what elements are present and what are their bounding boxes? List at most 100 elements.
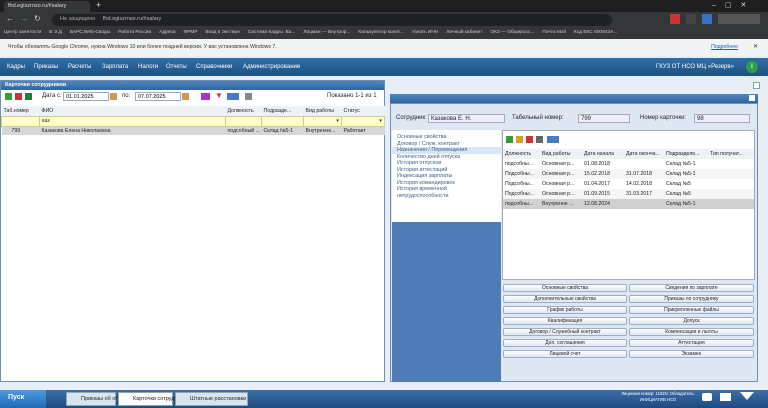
attached-files-button[interactable]: Прикрепленные файлы (629, 306, 754, 314)
table-row[interactable]: Подсобны... Основная р... 15.02.2018 31.07.… (503, 169, 754, 179)
menu-item-zarplata[interactable]: Зарплата (102, 64, 128, 70)
edit-icon[interactable] (516, 136, 523, 143)
salary-info-button[interactable]: Сведения по зарплате (629, 284, 754, 292)
exam-button[interactable]: Экзамен (629, 350, 754, 358)
menu-item-administrirovanie[interactable]: Администрирование (243, 64, 300, 70)
schedule-button[interactable]: График работы (503, 306, 627, 314)
menu-item-spravochniki[interactable]: Справочники (196, 64, 232, 70)
col-end[interactable]: Дата оконча... (624, 149, 664, 159)
bookmark-item[interactable]: Система Кадры. Ва... (248, 30, 296, 35)
browser-tab[interactable]: fhd.egiszrnso.ru/#salary (4, 1, 90, 12)
delete-icon[interactable] (526, 136, 533, 143)
col-start[interactable]: Дата начала (582, 149, 624, 159)
additional-props-button[interactable]: Дополнительные свойства (503, 295, 627, 303)
col-payee-type[interactable]: Тип получат... (708, 149, 754, 159)
col-dept[interactable]: Подразде... (262, 106, 304, 116)
bookmark-item[interactable]: Работа России (118, 30, 151, 35)
personal-account-button[interactable]: Лицевой счет (503, 350, 627, 358)
view-icon[interactable] (536, 136, 543, 143)
window-controls[interactable]: –▢✕ (712, 1, 764, 11)
export-icon[interactable] (227, 93, 239, 100)
menu-item-kadry[interactable]: Кадры (7, 64, 25, 70)
date-to-input[interactable] (135, 92, 181, 101)
collapse-icon[interactable] (749, 95, 755, 101)
filter-tab-cell[interactable] (1, 115, 40, 127)
forward-icon[interactable]: → (20, 14, 28, 23)
filter-fio-cell[interactable]: каз (39, 115, 226, 127)
taskbar-tab-vacation-orders[interactable]: Приказы об отпуске (66, 392, 132, 406)
compensations-button[interactable]: Компенсации и льготы (629, 328, 754, 336)
menu-item-prikazy[interactable]: Приказы (34, 64, 58, 70)
extensions-icon[interactable] (670, 14, 760, 24)
admission-button[interactable]: Допуск (629, 317, 754, 325)
filter-work-cell[interactable]: ▾ (303, 115, 342, 127)
table-row[interactable]: Подсобны... Основная р... 01.09.2015 31.03.… (503, 189, 754, 199)
employee-value: Казакова Е. Н. (428, 114, 505, 123)
panel-close-icon[interactable] (753, 82, 760, 89)
employee-orders-button[interactable]: Приказы по сотруднику (629, 295, 754, 303)
calendar-icon[interactable] (182, 93, 189, 100)
qualification-button[interactable]: Квалификация (503, 317, 627, 325)
bookmark-item[interactable]: В Э.Д (49, 30, 62, 35)
contract-button[interactable]: Договор / Служебный контракт (503, 328, 627, 336)
calendar-icon[interactable] (110, 93, 117, 100)
bookmark-item[interactable]: ОКЗ — Общеросс... (490, 30, 534, 35)
mail-icon[interactable] (720, 393, 731, 401)
bookmark-item[interactable]: Почта Mail (542, 30, 565, 35)
delete-icon[interactable] (15, 93, 22, 100)
new-tab-button[interactable]: + (96, 1, 107, 11)
col-work[interactable]: Вид работы (304, 106, 342, 116)
chevron-down-icon[interactable] (740, 392, 754, 400)
col-position[interactable]: Должность (226, 106, 262, 116)
reload-icon[interactable]: ↻ (34, 14, 41, 23)
camera-icon[interactable] (702, 393, 712, 401)
nav-sick-leave-history[interactable]: История временной нетрудоспособности (392, 186, 474, 199)
bookmark-item[interactable]: Вход в Экстерн (206, 30, 240, 35)
date-from-input[interactable] (63, 92, 109, 101)
taskbar-tab-staffing[interactable]: Штатные расстановки (175, 392, 248, 406)
col-fio[interactable]: ФИО (40, 106, 226, 116)
address-bar[interactable]: Не защищено fhd.egiszrnso.ru/#salary (52, 14, 612, 26)
col-position[interactable]: Должность (503, 149, 540, 159)
add-icon[interactable] (5, 93, 12, 100)
bookmark-item[interactable]: Лоцман — Внутрор... (303, 30, 350, 35)
start-button[interactable]: Пуск (0, 390, 46, 408)
attestation-button[interactable]: Аттестация (629, 339, 754, 347)
infobar-details-link[interactable]: Подробнее (711, 44, 738, 50)
col-work[interactable]: Вид работы (540, 149, 582, 159)
back-icon[interactable]: ← (6, 14, 14, 23)
filter-dept-cell[interactable] (261, 115, 304, 127)
close-icon[interactable]: ✕ (753, 43, 758, 50)
print-icon[interactable] (201, 93, 210, 100)
col-status[interactable]: Статус (342, 106, 385, 116)
bookmark-item[interactable]: Калькулятор колит... (358, 30, 403, 35)
filter-position-cell[interactable] (225, 115, 262, 127)
add-icon[interactable] (506, 136, 513, 143)
settings-icon[interactable] (245, 93, 252, 100)
col-tab[interactable]: Таб.номер (2, 106, 40, 116)
filter-status-cell[interactable]: ▾ (341, 115, 385, 127)
refresh-icon[interactable] (25, 93, 32, 100)
bookmark-item[interactable]: БАРС.Web-Своды (70, 30, 110, 35)
filter-fio-input[interactable]: каз (42, 118, 50, 124)
filter-icon[interactable]: ▼ (215, 92, 223, 100)
bookmark-item[interactable]: Код ЕКС 600943А... (574, 30, 617, 35)
menu-item-otchety[interactable]: Отчеты (166, 64, 187, 70)
export-icon[interactable] (547, 136, 559, 143)
agreements-button[interactable]: Доп. соглашения (503, 339, 627, 347)
taskbar-tab-employee-cards[interactable]: Карточки сотрудников (118, 392, 189, 406)
bookmark-item[interactable]: Центр занятости (4, 30, 41, 35)
main-props-button[interactable]: Основные свойства (503, 284, 627, 292)
bookmark-item[interactable]: Адреса (159, 30, 175, 35)
table-row[interactable]: 799 Казакова Елена Николаевна подсобный … (1, 126, 385, 135)
bookmark-item[interactable]: Личный кабинет (446, 30, 482, 35)
table-row[interactable]: подсобны... Основная р... 01.08.2018 Склад … (503, 159, 754, 169)
info-icon[interactable]: i (746, 61, 758, 73)
col-dept[interactable]: Подразделе... (664, 149, 708, 159)
bookmark-item[interactable]: Узнать ИНН (412, 30, 439, 35)
table-row[interactable]: Подсобны... Основная р... 01.04.2017 14.02.… (503, 179, 754, 189)
menu-item-raschety[interactable]: Расчеты (68, 64, 91, 70)
menu-item-nalogi[interactable]: Налоги (138, 64, 158, 70)
table-row[interactable]: подсобны... Внутренне ... 12.08.2024 Склад … (503, 199, 754, 209)
bookmark-item[interactable]: ФРМР (184, 30, 198, 35)
